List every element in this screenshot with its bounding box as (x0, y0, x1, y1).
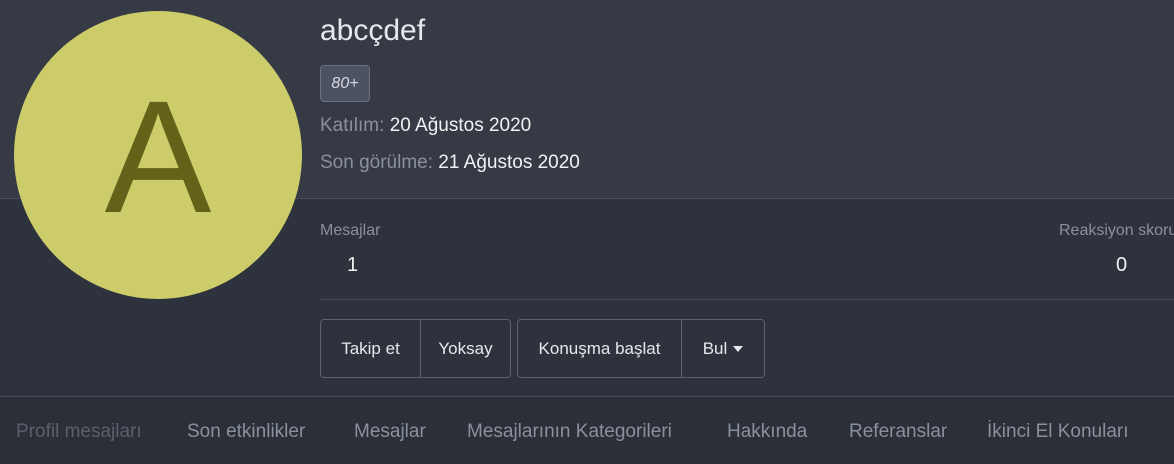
reaction-score-label: Reaksiyon skoru (1059, 222, 1174, 239)
stats-divider (320, 299, 1174, 300)
tab-second-hand-threads[interactable]: İkinci El Konuları (987, 421, 1129, 443)
avatar[interactable]: A (14, 11, 302, 299)
tab-about[interactable]: Hakkında (727, 421, 807, 443)
messages-stat-label: Mesajlar (320, 222, 381, 239)
follow-button[interactable]: Takip et (321, 320, 420, 377)
last-seen-value: 21 Ağustos 2020 (438, 152, 580, 173)
caret-down-icon (733, 345, 744, 352)
last-seen-info: Son görülme: 21 Ağustos 2020 (320, 152, 580, 174)
joined-value: 20 Ağustos 2020 (389, 115, 532, 136)
tab-post-categories[interactable]: Mesajlarının Kategorileri (467, 421, 672, 443)
last-seen-label: Son görülme: (320, 152, 434, 173)
find-label: Bul (702, 338, 728, 358)
profile-tabs: Profil mesajları Son etkinlikler Mesajla… (0, 397, 1174, 464)
tab-postings[interactable]: Mesajlar (354, 421, 426, 443)
tab-profile-posts[interactable]: Profil mesajları (16, 421, 142, 443)
ignore-button[interactable]: Yoksay (420, 320, 510, 377)
tab-references[interactable]: Referanslar (849, 421, 947, 443)
conversation-find-group: Konuşma başlat Bul (517, 319, 765, 378)
user-badge: 80+ (320, 65, 370, 102)
joined-info: Katılım: 20 Ağustos 2020 (320, 115, 531, 137)
member-profile-page: A abcçdef 80+ Katılım: 20 Ağustos 2020 S… (0, 0, 1174, 464)
avatar-letter: A (104, 67, 212, 246)
follow-ignore-group: Takip et Yoksay (320, 319, 511, 378)
start-conversation-button[interactable]: Konuşma başlat (518, 320, 681, 377)
joined-label: Katılım: (320, 115, 385, 136)
reaction-score-value[interactable]: 0 (1116, 254, 1127, 277)
messages-stat-value[interactable]: 1 (347, 254, 358, 277)
tab-latest-activity[interactable]: Son etkinlikler (187, 421, 305, 443)
username[interactable]: abcçdef (320, 14, 425, 48)
find-dropdown-button[interactable]: Bul (681, 320, 764, 377)
